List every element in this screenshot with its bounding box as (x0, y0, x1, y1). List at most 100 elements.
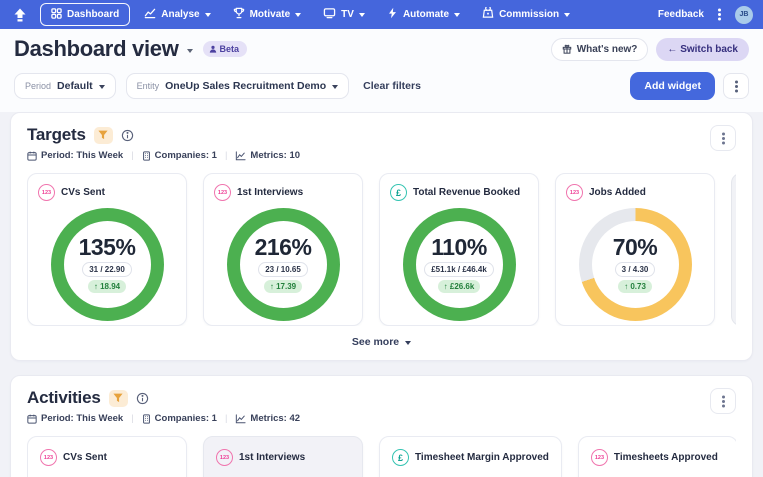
beta-badge-label: Beta (220, 44, 240, 54)
whats-new-label: What's new? (577, 44, 638, 55)
metrics-chart-icon (235, 414, 246, 424)
target-card-cvs-sent[interactable]: 123 CVs Sent 135% 31 / 22.90 ↑ 18.94 (27, 173, 187, 326)
building-icon (142, 151, 151, 161)
person-icon (209, 45, 217, 53)
see-more-label: See more (352, 336, 399, 348)
target-percent: 135% (79, 236, 136, 259)
target-card-title: CVs Sent (61, 187, 105, 198)
target-ratio-badge: 3 / 4.30 (615, 262, 656, 277)
activity-card-timesheet-margin-approved[interactable]: £ Timesheet Margin Approved £4,515.75 (379, 436, 562, 477)
nav-item-automate[interactable]: Automate (379, 3, 468, 26)
chevron-down-icon (295, 13, 301, 17)
entity-filter-value: OneUp Sales Recruitment Demo (165, 80, 326, 92)
nav-item-commission[interactable]: Commission (474, 3, 578, 26)
target-change-badge: ↑ 17.39 (264, 280, 302, 293)
trophy-icon (233, 7, 245, 22)
activities-filter-icon[interactable] (109, 390, 128, 407)
activity-card-title: Timesheets Approved (614, 452, 718, 463)
whats-new-button[interactable]: What's new? (551, 38, 649, 61)
dashboard-switcher-chevron-icon[interactable] (187, 49, 193, 53)
filter-bar: Period Default Entity OneUp Sales Recrui… (0, 64, 763, 112)
entity-filter-dropdown[interactable]: Entity OneUp Sales Recruitment Demo (126, 73, 350, 99)
activities-section-menu-icon[interactable] (710, 388, 736, 414)
oneup-logo-icon[interactable] (10, 8, 30, 22)
page-header: Dashboard view Beta What's new? ← Switch… (0, 29, 763, 64)
nav-item-tv[interactable]: TV (315, 3, 373, 26)
activity-card-cvs-sent[interactable]: 123 CVs Sent 31 (27, 436, 187, 477)
chevron-down-icon (99, 85, 105, 89)
targets-filter-icon[interactable] (94, 127, 113, 144)
target-card-title: 1st Interviews (237, 187, 303, 198)
activities-period-meta: Period: This Week (27, 413, 123, 424)
period-filter-label: Period (25, 81, 51, 91)
chevron-down-icon (405, 341, 411, 345)
nav-item-motivate[interactable]: Motivate (225, 3, 310, 26)
nav-label: Dashboard (67, 9, 119, 20)
nav-label: Motivate (250, 9, 291, 20)
target-percent: 216% (255, 236, 312, 259)
clear-filters-link[interactable]: Clear filters (363, 80, 421, 92)
target-card-total-revenue-booked[interactable]: £ Total Revenue Booked 110% £51.1k / £46… (379, 173, 539, 326)
nav-label: Commission (499, 9, 559, 20)
activity-card-title: 1st Interviews (239, 452, 305, 463)
chevron-down-icon (564, 13, 570, 17)
targets-section-menu-icon[interactable] (710, 125, 736, 151)
add-widget-button[interactable]: Add widget (630, 72, 715, 100)
grid-icon (51, 8, 62, 22)
numeric-metric-icon: 123 (38, 184, 55, 201)
user-avatar[interactable]: JB (735, 6, 753, 24)
target-ratio-badge: 23 / 10.65 (258, 262, 308, 277)
numeric-metric-icon: 123 (40, 449, 57, 466)
chevron-down-icon (332, 85, 338, 89)
numeric-metric-icon: 123 (566, 184, 583, 201)
tv-icon (323, 7, 336, 22)
metrics-chart-icon (235, 151, 246, 161)
targets-section-title: Targets (27, 125, 86, 145)
progress-ring: 110% £51.1k / £46.4k ↑ £26.6k (403, 208, 516, 321)
calendar-icon (27, 414, 37, 424)
see-more-button[interactable]: See more (27, 336, 736, 350)
target-card-1st-interviews[interactable]: 123 1st Interviews 216% 23 / 10.65 ↑ 17.… (203, 173, 363, 326)
nav-overflow-menu-icon[interactable] (716, 7, 723, 23)
info-icon[interactable] (136, 392, 149, 405)
activity-card-1st-interviews[interactable]: 123 1st Interviews 23 (203, 436, 363, 477)
currency-metric-icon: £ (392, 449, 409, 466)
nav-item-dashboard[interactable]: Dashboard (40, 3, 130, 26)
targets-companies-meta: Companies: 1 (142, 150, 217, 161)
target-card-title: Total Revenue Booked (413, 187, 520, 198)
page-title: Dashboard view (14, 36, 179, 62)
nav-label: TV (341, 9, 354, 20)
switch-back-button[interactable]: ← Switch back (656, 38, 749, 61)
chevron-down-icon (359, 13, 365, 17)
target-card-jobs-added[interactable]: 123 Jobs Added 70% 3 / 4.30 ↑ 0.73 (555, 173, 715, 326)
activities-section: Activities Period: This Week | (10, 375, 753, 477)
nav-label: Automate (403, 9, 449, 20)
line-chart-icon (144, 7, 156, 22)
chevron-down-icon (454, 13, 460, 17)
progress-ring: 70% 3 / 4.30 ↑ 0.73 (579, 208, 692, 321)
activities-companies-meta: Companies: 1 (142, 413, 217, 424)
activities-metrics-meta: Metrics: 42 (235, 413, 300, 424)
top-nav-bar: Dashboard Analyse Motivate TV Automate C… (0, 0, 763, 29)
gift-icon (562, 44, 572, 54)
numeric-metric-icon: 123 (216, 449, 233, 466)
targets-metrics-meta: Metrics: 10 (235, 150, 300, 161)
activity-card-title: Timesheet Margin Approved (415, 452, 549, 463)
targets-period-meta: Period: This Week (27, 150, 123, 161)
target-ratio-badge: 31 / 22.90 (82, 262, 132, 277)
next-card-sliver (731, 173, 736, 326)
beta-badge: Beta (203, 41, 248, 57)
progress-ring: 135% 31 / 22.90 ↑ 18.94 (51, 208, 164, 321)
period-filter-dropdown[interactable]: Period Default (14, 73, 116, 99)
currency-metric-icon: £ (390, 184, 407, 201)
nav-item-analyse[interactable]: Analyse (136, 3, 218, 26)
target-percent: 110% (431, 236, 487, 259)
info-icon[interactable] (121, 129, 134, 142)
activity-card-timesheets-approved[interactable]: 123 Timesheets Approved 43 (578, 436, 736, 477)
calendar-icon (27, 151, 37, 161)
numeric-metric-icon: 123 (591, 449, 608, 466)
activities-cards-row: 123 CVs Sent 31 123 1st Interviews 23 £ … (27, 436, 736, 477)
dashboard-options-menu-icon[interactable] (723, 73, 749, 99)
chevron-down-icon (205, 13, 211, 17)
feedback-link[interactable]: Feedback (658, 9, 704, 20)
